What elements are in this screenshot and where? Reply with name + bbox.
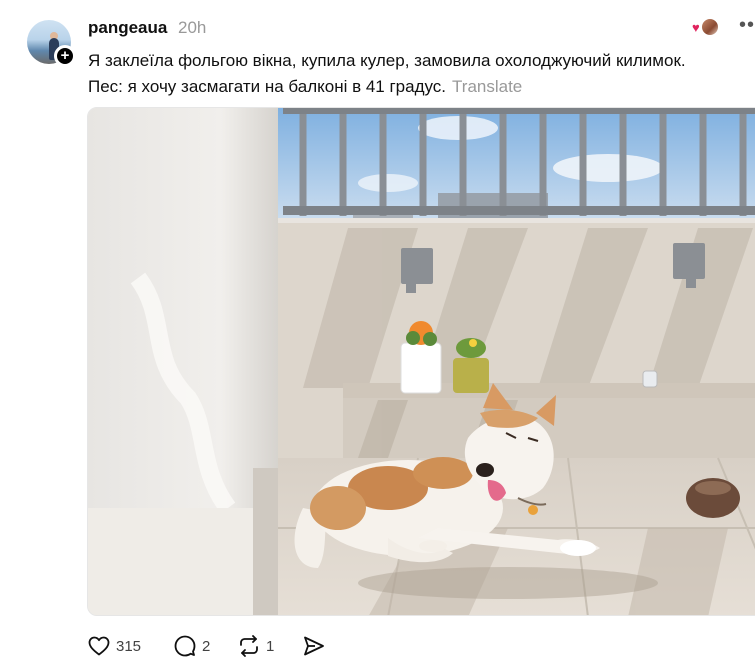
repost-icon [237,634,261,658]
like-button[interactable]: 315 [87,632,141,660]
post-timestamp[interactable]: 20h [178,18,206,38]
more-icon[interactable]: ••• [739,14,755,37]
comment-icon [173,634,197,658]
post-text: Я заклеїла фольгою вікна, купила кулер, … [88,48,753,100]
translate-link[interactable]: Translate [452,77,522,96]
share-icon [302,634,326,658]
repost-count: 1 [266,637,275,655]
share-button[interactable] [302,632,326,660]
username[interactable]: pangeaua [88,18,167,38]
comment-count: 2 [202,637,211,655]
balcony-dog-photo [88,108,755,615]
post-text-line-2-body: Пес: я хочу засмагати на балконі в 41 гр… [88,77,447,96]
heart-icon [87,634,111,658]
post-text-line-2: Пес: я хочу засмагати на балконі в 41 гр… [88,74,753,100]
like-count: 315 [116,637,142,655]
comment-button[interactable]: 2 [173,632,210,660]
repost-button[interactable]: 1 [237,632,274,660]
reaction-avatars[interactable]: ♥ [692,17,722,39]
post-image[interactable] [87,107,755,616]
reactor-avatar [700,17,720,37]
post-text-line-1: Я заклеїла фольгою вікна, купила кулер, … [88,51,686,70]
follow-plus-icon[interactable]: + [54,45,76,67]
